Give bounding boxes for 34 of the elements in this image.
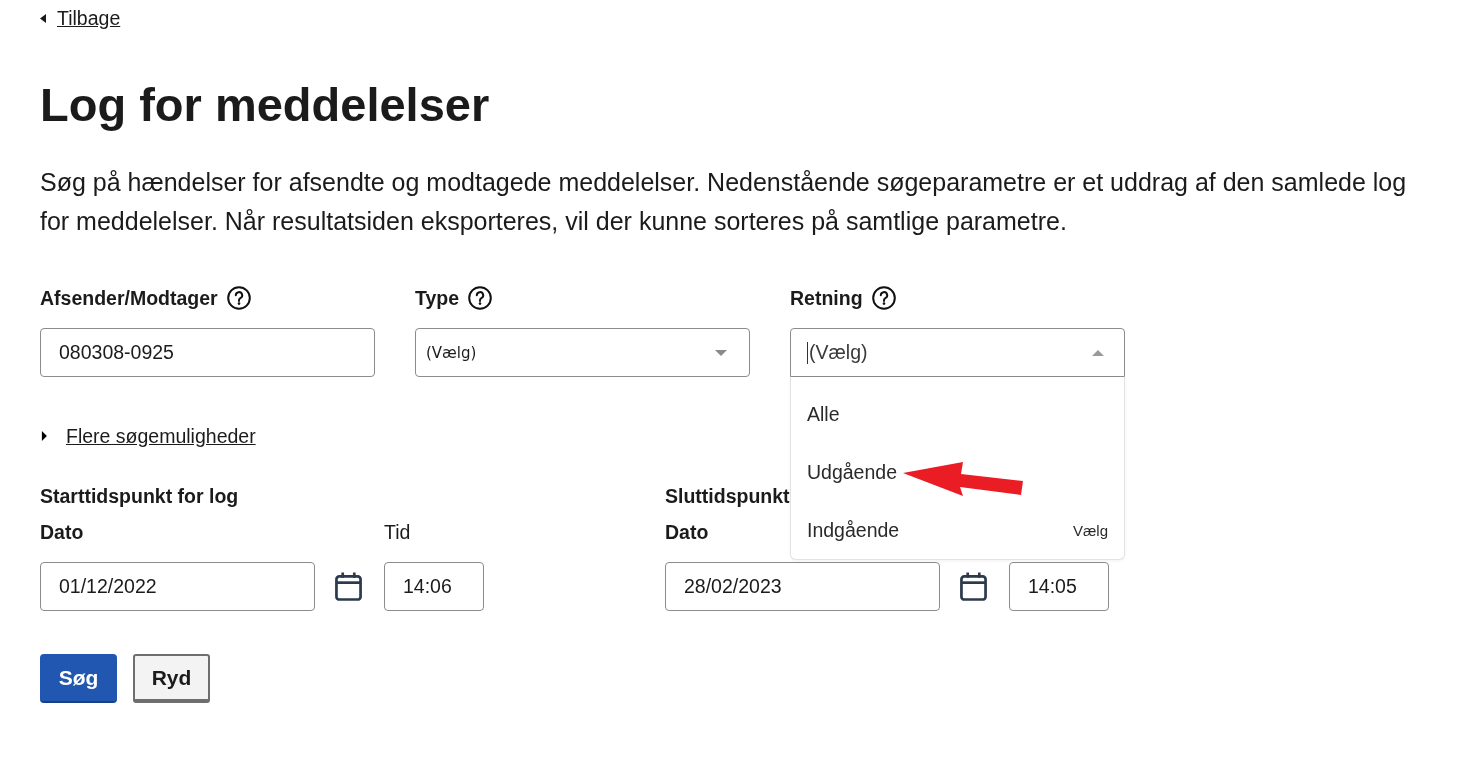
page-title: Log for meddelelser bbox=[40, 77, 490, 133]
text-input[interactable]: 080308-0925 bbox=[40, 328, 375, 377]
date-input[interactable]: 01/12/2022 bbox=[40, 562, 315, 611]
help-icon[interactable] bbox=[468, 286, 493, 310]
calendar-icon[interactable] bbox=[960, 572, 987, 601]
time-label: Tid bbox=[384, 520, 411, 544]
caret-icon bbox=[1092, 349, 1104, 356]
back-triangle-icon bbox=[40, 13, 46, 23]
text-cursor-icon bbox=[807, 341, 808, 364]
dropdown-option[interactable]: Udgående bbox=[791, 443, 1124, 501]
section-label: Starttidspunkt for log bbox=[40, 484, 239, 508]
field-label: Type bbox=[415, 286, 460, 310]
search-button[interactable]: Søg bbox=[40, 654, 117, 703]
help-icon[interactable] bbox=[226, 286, 251, 310]
back-link[interactable]: Tilbage bbox=[57, 7, 121, 29]
field-label: Retning bbox=[790, 286, 863, 310]
caret-icon bbox=[715, 349, 727, 356]
date-label: Dato bbox=[665, 520, 709, 544]
select-hint: Vælg bbox=[1072, 521, 1108, 539]
dropdown-option[interactable]: Indgående Vælg bbox=[791, 501, 1124, 559]
help-icon[interactable] bbox=[871, 286, 896, 310]
field-label: Afsender/Modtager bbox=[40, 286, 218, 310]
type-select[interactable]: (Vælg) bbox=[415, 328, 750, 377]
date-input[interactable]: 28/02/2023 bbox=[665, 562, 940, 611]
time-input[interactable]: 14:05 bbox=[1009, 562, 1109, 611]
date-label: Dato bbox=[40, 520, 84, 544]
clear-button[interactable]: Ryd bbox=[133, 654, 210, 703]
combobox-field[interactable]: (Vælg) bbox=[790, 328, 1125, 377]
intro-paragraph: Søg på hændelser for afsendte og modtagede meddelelser. Nedenstående søgeparametre er et uddrag af den samlede log for meddelelser. Når resultatsiden eksporteres, vil der kunne sorteres på samtlige parametre. bbox=[40, 167, 1408, 237]
section-label: Sluttidspunkt bbox=[665, 484, 790, 508]
calendar-icon[interactable] bbox=[335, 572, 362, 601]
time-input[interactable]: 14:06 bbox=[384, 562, 484, 611]
dropdown-option[interactable]: Alle bbox=[791, 385, 1124, 443]
more-options-link[interactable]: Flere søgemuligheder bbox=[66, 424, 256, 448]
